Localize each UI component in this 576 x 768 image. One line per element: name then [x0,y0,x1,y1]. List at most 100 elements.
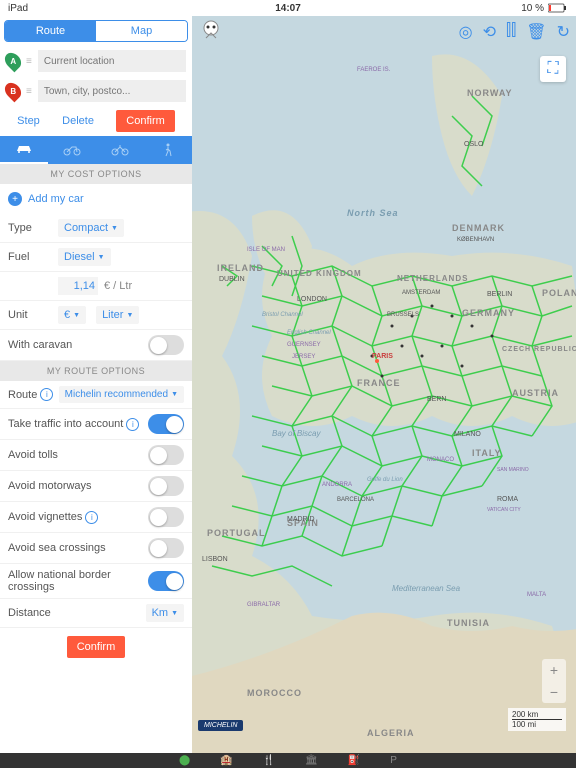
delete-button[interactable]: Delete [62,115,94,127]
vehicle-walk[interactable] [144,136,192,164]
motorcycle-icon [63,144,81,156]
fuel-label: Fuel [8,251,58,263]
svg-text:Bristol Channel: Bristol Channel [262,312,303,318]
svg-text:ANDORRA: ANDORRA [322,482,352,488]
fuel-select[interactable]: Diesel▼ [58,248,111,266]
poi-parking-icon[interactable]: P [390,755,397,766]
price-input[interactable] [58,277,98,295]
border-label: Allow national border crossings [8,569,148,593]
svg-text:PORTUGAL: PORTUGAL [207,528,266,538]
svg-text:LISBON: LISBON [202,556,228,563]
vignettes-row: Avoid vignettes i [0,502,192,533]
caravan-toggle[interactable] [148,335,184,355]
trash-icon[interactable]: 🗑 [526,22,546,42]
svg-text:ROMA: ROMA [497,496,518,503]
michelin-logo: MICHELIN [198,720,243,731]
add-car-button[interactable]: + Add my car [0,184,192,214]
history-icon[interactable]: ⟲ [483,22,496,42]
status-right: 10 % [521,3,568,14]
svg-text:ALGERIA: ALGERIA [367,728,415,738]
border-toggle[interactable] [148,571,184,591]
svg-text:BERN: BERN [427,396,446,403]
bicycle-icon [111,144,129,156]
svg-text:Golfe du Lion: Golfe du Lion [367,477,403,483]
price-row: € / Ltr [0,272,192,301]
vehicle-motorcycle[interactable] [48,136,96,164]
tolls-label: Avoid tolls [8,449,58,461]
map[interactable]: ◎ ⟲ ⫿⫿ 🗑 ↻ ⛶ [192,16,576,753]
vehicle-bicycle[interactable] [96,136,144,164]
walk-icon [163,143,173,157]
layers-icon[interactable]: ⫿⫿ [506,22,516,42]
pin-a-icon: A [2,50,25,73]
tab-switch: Route Map [4,20,188,42]
confirm-options-button[interactable]: Confirm [67,636,126,658]
sea-label: Avoid sea crossings [8,542,106,554]
zoom-in-button[interactable]: + [542,659,566,681]
waypoint-a: A ≡ [6,50,186,72]
svg-text:DENMARK: DENMARK [452,223,505,233]
svg-text:TUNISIA: TUNISIA [447,618,490,628]
map-canvas: NORWAY DENMARK North Sea IRELAND UNITED … [192,16,576,753]
svg-text:MOROCCO: MOROCCO [247,688,302,698]
svg-text:ITALY: ITALY [472,448,502,458]
svg-text:North Sea: North Sea [347,208,399,218]
distance-select[interactable]: Km▼ [146,604,184,622]
svg-text:GERMANY: GERMANY [462,308,515,318]
price-unit: € / Ltr [104,280,132,292]
svg-text:KØBENHAVN: KØBENHAVN [457,237,494,243]
poi-scenic-icon[interactable]: ⬤ [179,755,190,766]
unit-row: Unit €▼ Liter▼ [0,301,192,330]
sea-toggle[interactable] [148,538,184,558]
svg-text:BRUSSELS: BRUSSELS [387,312,419,318]
poi-restaurant-icon[interactable]: 🍴 [263,755,275,766]
poi-fuel-icon[interactable]: ⛽ [348,755,360,766]
info-icon[interactable]: i [85,511,98,524]
vignettes-toggle[interactable] [148,507,184,527]
location-icon[interactable]: ◎ [459,22,473,42]
pin-b-icon: B [2,80,25,103]
tolls-row: Avoid tolls [0,440,192,471]
vehicle-car[interactable] [0,136,48,164]
svg-text:NORWAY: NORWAY [467,88,513,98]
poi-museum-icon[interactable]: 🏛 [305,755,318,766]
svg-text:MALTA: MALTA [527,592,546,598]
confirm-button[interactable]: Confirm [116,110,175,132]
svg-text:DUBLIN: DUBLIN [219,276,245,283]
fullscreen-button[interactable]: ⛶ [540,56,566,82]
step-button[interactable]: Step [17,115,40,127]
plus-icon: + [8,192,22,206]
tolls-toggle[interactable] [148,445,184,465]
svg-text:BARCELONA: BARCELONA [337,497,374,503]
info-icon[interactable]: i [126,418,139,431]
type-select[interactable]: Compact▼ [58,219,124,237]
tab-map[interactable]: Map [96,21,187,41]
map-toolbar: ◎ ⟲ ⫿⫿ 🗑 ↻ [453,16,576,48]
route-actions: Step Delete Confirm [0,106,192,136]
svg-text:FAEROE IS.: FAEROE IS. [357,67,391,73]
info-icon[interactable]: i [40,388,53,401]
route-label: Route [8,389,37,401]
tab-route[interactable]: Route [5,21,96,41]
drag-icon[interactable]: ≡ [26,56,32,67]
mascot-icon[interactable] [198,18,224,49]
motorways-toggle[interactable] [148,476,184,496]
fuel-row: Fuel Diesel▼ [0,243,192,272]
share-icon[interactable]: ↻ [557,22,570,42]
route-select[interactable]: Michelin recommended▼ [59,386,184,403]
scale-bar: 200 km 100 mi [508,708,566,731]
caravan-label: With caravan [8,339,72,351]
currency-select[interactable]: €▼ [58,306,86,324]
svg-text:NETHERLANDS: NETHERLANDS [397,274,468,283]
zoom-out-button[interactable]: − [542,681,566,703]
route-section-header: MY ROUTE OPTIONS [0,361,192,381]
traffic-toggle[interactable] [148,414,184,434]
poi-hotel-icon[interactable]: 🏨 [220,755,232,766]
destination-input[interactable] [38,80,186,102]
origin-input[interactable] [38,50,186,72]
cost-section-header: MY COST OPTIONS [0,164,192,184]
vignettes-label: Avoid vignettes [8,511,82,523]
volume-select[interactable]: Liter▼ [96,306,139,324]
svg-text:ISLE OF MAN: ISLE OF MAN [247,247,285,253]
drag-icon[interactable]: ≡ [26,86,32,97]
